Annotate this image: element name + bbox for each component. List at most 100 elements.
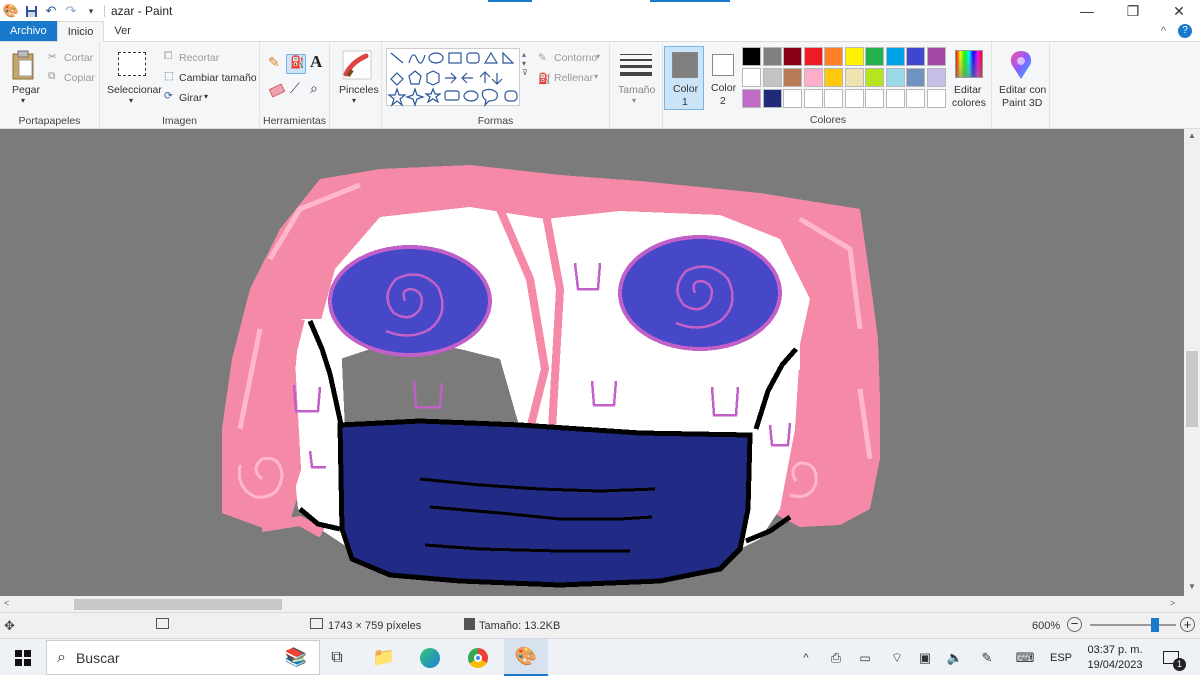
palette-swatch[interactable] bbox=[885, 47, 905, 66]
scroll-up-icon[interactable]: ▲ bbox=[1188, 131, 1196, 140]
magnifier-icon[interactable]: ⌕ bbox=[310, 80, 318, 97]
help-icon[interactable]: ? bbox=[1178, 24, 1192, 38]
cut-button[interactable]: Cortar bbox=[64, 52, 93, 64]
show-hidden-icons[interactable]: ^ bbox=[796, 639, 816, 676]
palette-swatch[interactable] bbox=[762, 68, 782, 87]
fill-dropdown-icon[interactable]: ▾ bbox=[594, 72, 598, 81]
size-button[interactable]: Tamaño bbox=[618, 84, 655, 96]
keyboard-icon[interactable]: ⌨ bbox=[1010, 639, 1040, 676]
brushes-button[interactable]: Pinceles bbox=[339, 84, 379, 96]
palette-swatch[interactable] bbox=[885, 68, 905, 87]
rotate-dropdown-icon[interactable]: ▾ bbox=[204, 92, 208, 101]
paste-button[interactable]: Pegar bbox=[12, 84, 40, 96]
palette-swatch[interactable] bbox=[885, 89, 905, 108]
palette-swatch[interactable] bbox=[865, 68, 884, 87]
zoom-slider-thumb[interactable] bbox=[1151, 618, 1159, 632]
save-icon[interactable] bbox=[22, 2, 40, 20]
vertical-scroll-thumb[interactable] bbox=[1186, 351, 1198, 427]
palette-swatch[interactable] bbox=[926, 68, 946, 87]
palette-swatch[interactable] bbox=[783, 68, 802, 87]
vertical-scrollbar[interactable]: ▲ ▼ bbox=[1184, 129, 1200, 596]
zoom-slider-track[interactable] bbox=[1090, 624, 1176, 626]
resize-icon[interactable]: ⬚ bbox=[164, 70, 174, 82]
paint-taskbar-icon[interactable]: 🎨 bbox=[504, 639, 548, 676]
palette-swatch[interactable] bbox=[803, 89, 823, 108]
chrome-icon[interactable] bbox=[462, 639, 494, 676]
select-icon[interactable] bbox=[118, 52, 146, 76]
rotate-icon[interactable]: ⟳ bbox=[164, 90, 173, 102]
paint-app-icon[interactable]: 🎨 bbox=[2, 2, 20, 20]
drawing-canvas[interactable] bbox=[0, 129, 1184, 596]
palette-swatch[interactable] bbox=[844, 68, 864, 87]
palette-swatch[interactable] bbox=[783, 47, 802, 66]
horizontal-scroll-thumb[interactable] bbox=[74, 599, 282, 610]
palette-swatch[interactable] bbox=[865, 47, 884, 66]
palette-swatch[interactable] bbox=[762, 47, 782, 66]
copy-icon[interactable]: ⧉ bbox=[48, 70, 56, 83]
rotate-button[interactable]: Girar bbox=[179, 92, 202, 104]
palette-swatch[interactable] bbox=[824, 68, 843, 87]
zoom-out-button[interactable]: − bbox=[1067, 617, 1082, 632]
palette-swatch[interactable] bbox=[906, 47, 925, 66]
color-picker-icon[interactable]: ⟋ bbox=[290, 80, 300, 97]
tab-home[interactable]: Inicio bbox=[56, 21, 105, 42]
palette-swatch[interactable] bbox=[926, 89, 946, 108]
pen-icon[interactable]: ✎ bbox=[976, 639, 998, 676]
cut-icon[interactable]: ✂ bbox=[48, 51, 57, 63]
minimize-button[interactable]: — bbox=[1064, 0, 1110, 22]
language-indicator[interactable]: ESP bbox=[1046, 639, 1076, 676]
tab-file[interactable]: Archivo bbox=[0, 21, 57, 41]
fill-button[interactable]: Rellenar bbox=[554, 72, 593, 84]
palette-swatch[interactable] bbox=[906, 89, 925, 108]
task-view-icon[interactable]: ⧉ bbox=[324, 639, 350, 676]
palette-swatch[interactable] bbox=[906, 68, 925, 87]
paste-dropdown-icon[interactable]: ▾ bbox=[21, 96, 25, 105]
collapse-ribbon-icon[interactable]: ^ bbox=[1161, 25, 1166, 37]
eraser-icon[interactable] bbox=[268, 83, 286, 98]
color1-button[interactable]: Color 1 bbox=[664, 46, 704, 110]
tab-view[interactable]: Ver bbox=[104, 21, 141, 41]
palette-swatch[interactable] bbox=[762, 89, 782, 108]
palette-swatch[interactable] bbox=[865, 89, 884, 108]
palette-swatch[interactable] bbox=[844, 47, 864, 66]
fill-icon[interactable]: ⛽ bbox=[286, 54, 306, 74]
pencil-icon[interactable]: ✎ bbox=[268, 54, 280, 71]
copy-button[interactable]: Copiar bbox=[64, 72, 95, 84]
wifi-icon[interactable]: ⌔ bbox=[886, 639, 908, 676]
resize-button[interactable]: Cambiar tamaño bbox=[179, 72, 257, 84]
palette-swatch[interactable] bbox=[803, 47, 823, 66]
taskbar-search[interactable]: ⌕ Buscar 📚 bbox=[46, 640, 320, 675]
size-dropdown-icon[interactable]: ▾ bbox=[632, 96, 636, 105]
brush-icon[interactable] bbox=[342, 50, 372, 83]
notifications-button[interactable]: 1 bbox=[1156, 639, 1186, 676]
customize-icon[interactable]: ▾ bbox=[82, 2, 100, 20]
crop-button[interactable]: Recortar bbox=[179, 52, 219, 64]
crop-icon[interactable]: ⧠ bbox=[164, 50, 172, 63]
palette-swatch[interactable] bbox=[824, 47, 843, 66]
meet-icon[interactable]: ⎙ bbox=[826, 639, 846, 676]
scroll-right-icon[interactable]: > bbox=[1170, 598, 1175, 608]
paste-icon[interactable] bbox=[12, 50, 36, 83]
palette-swatch[interactable] bbox=[783, 89, 802, 108]
restore-button[interactable]: ❐ bbox=[1110, 0, 1156, 22]
palette-swatch[interactable] bbox=[926, 47, 946, 66]
undo-icon[interactable]: ↶ bbox=[42, 2, 60, 20]
size-icon[interactable] bbox=[620, 54, 652, 76]
scroll-down-icon[interactable]: ▼ bbox=[1188, 582, 1196, 591]
palette-swatch[interactable] bbox=[824, 89, 843, 108]
shapes-scroll-icon[interactable]: ▴ ▾ ⊽ bbox=[522, 50, 528, 77]
outline-button[interactable]: Contorno bbox=[554, 52, 597, 64]
palette-swatch[interactable] bbox=[742, 89, 761, 108]
edit-paint3d-button[interactable]: Editar con Paint 3D bbox=[994, 42, 1050, 129]
outline-icon[interactable]: ✎ bbox=[538, 52, 547, 64]
text-icon[interactable]: A bbox=[310, 52, 322, 72]
horizontal-scrollbar[interactable]: < > bbox=[0, 596, 1184, 612]
zoom-in-button[interactable]: + bbox=[1180, 617, 1195, 632]
volume-icon[interactable]: 🔈 bbox=[944, 639, 966, 676]
palette-swatch[interactable] bbox=[803, 68, 823, 87]
close-button[interactable]: ✕ bbox=[1156, 0, 1200, 22]
edge-icon[interactable] bbox=[414, 639, 446, 676]
clock[interactable]: 03:37 p. m. 19/04/2023 bbox=[1080, 639, 1150, 676]
select-dropdown-icon[interactable]: ▾ bbox=[129, 96, 133, 105]
shapes-gallery[interactable] bbox=[386, 48, 520, 107]
